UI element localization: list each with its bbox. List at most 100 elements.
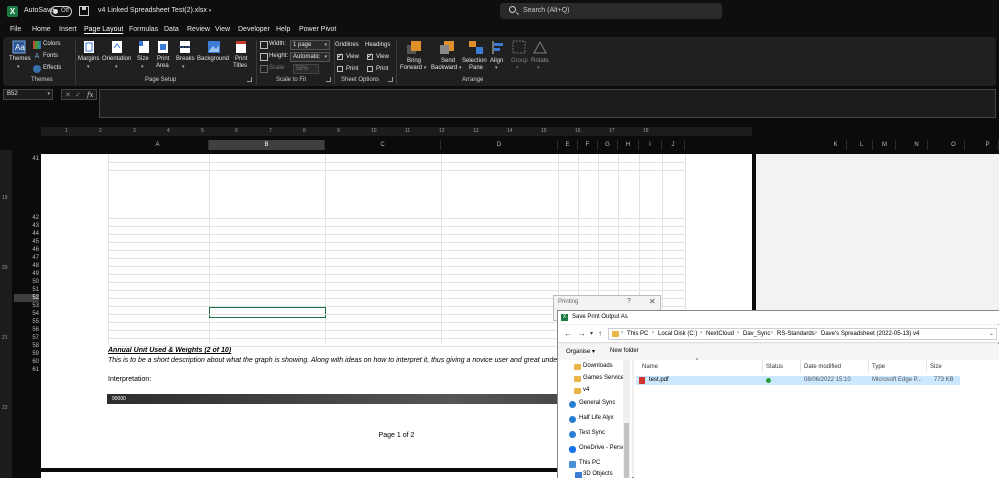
column-header-b[interactable]: B bbox=[209, 140, 325, 150]
nav-scroll-thumb[interactable] bbox=[624, 423, 629, 478]
align-button[interactable]: Align ▾ bbox=[489, 40, 507, 74]
tab-file[interactable]: File bbox=[10, 26, 21, 33]
organise-button[interactable]: Organise ▾ bbox=[566, 348, 595, 355]
row-header-52[interactable]: 52 bbox=[14, 294, 39, 302]
row-header-41[interactable]: 41 bbox=[14, 155, 39, 163]
column-header-size[interactable]: Size bbox=[930, 364, 942, 370]
row-header-58[interactable]: 58 bbox=[14, 342, 39, 350]
column-header-name[interactable]: Name bbox=[642, 364, 658, 370]
recent-chevron-icon[interactable]: ▾ bbox=[590, 330, 593, 337]
autosave-toggle[interactable]: Off bbox=[50, 6, 72, 17]
row-header-42[interactable]: 42 bbox=[14, 214, 39, 222]
selected-cell-b52[interactable] bbox=[209, 307, 326, 318]
file-row[interactable]: test.pdf 08/06/2022 15:10 Microsoft Edge… bbox=[636, 376, 960, 385]
address-bar[interactable]: › This PC › Local Disk (C:) › NextCloud … bbox=[608, 328, 997, 340]
scale-to-fit-launcher-icon[interactable] bbox=[326, 77, 331, 82]
tab-data[interactable]: Data bbox=[164, 26, 179, 33]
column-header-d[interactable]: D bbox=[441, 140, 558, 150]
breadcrumb-local-disk[interactable]: Local Disk (C:) bbox=[658, 331, 697, 337]
row-header-47[interactable]: 47 bbox=[14, 254, 39, 262]
themes-button[interactable]: Aa Themes ▾ bbox=[8, 40, 31, 74]
column-header-m[interactable]: M bbox=[874, 140, 896, 150]
column-header-c[interactable]: C bbox=[325, 140, 441, 150]
sheet-options-launcher-icon[interactable] bbox=[388, 77, 393, 82]
fonts-button[interactable]: A Fonts bbox=[33, 52, 71, 62]
column-header-j[interactable]: J bbox=[662, 140, 685, 150]
size-button[interactable]: Size ▾ bbox=[136, 40, 152, 74]
row-header-48[interactable]: 48 bbox=[14, 262, 39, 270]
effects-button[interactable]: Effects bbox=[33, 64, 71, 74]
search-box[interactable]: Search (Alt+Q) bbox=[500, 3, 722, 19]
nav-item-half-life-alyx[interactable]: Half Life Alyx bbox=[579, 415, 614, 421]
breadcrumb-rs-standards[interactable]: RS-Standards bbox=[777, 331, 815, 337]
forward-arrow-icon[interactable]: → bbox=[578, 329, 586, 338]
margins-button[interactable]: Margins ▾ bbox=[78, 40, 100, 74]
row-header-59[interactable]: 59 bbox=[14, 350, 39, 358]
nav-item-3d-objects[interactable]: 3D Objects bbox=[583, 471, 613, 477]
row-header-54[interactable]: 54 bbox=[14, 310, 39, 318]
column-header-f[interactable]: F bbox=[578, 140, 598, 150]
column-header-date-modified[interactable]: Date modified bbox=[804, 364, 841, 370]
column-header-e[interactable]: E bbox=[558, 140, 578, 150]
nav-item-this-pc[interactable]: This PC bbox=[579, 460, 600, 466]
width-select[interactable]: 1 page ▾ bbox=[290, 40, 330, 50]
row-header-51[interactable]: 51 bbox=[14, 286, 39, 294]
breadcrumb-dav-sync[interactable]: Dav_Sync bbox=[743, 331, 770, 337]
background-button[interactable]: Background bbox=[197, 40, 231, 74]
column-header-status[interactable]: Status bbox=[766, 364, 783, 370]
name-box[interactable]: B52 ▾ bbox=[3, 89, 53, 100]
row-header-45[interactable]: 45 bbox=[14, 238, 39, 246]
headings-view-checkbox[interactable] bbox=[367, 52, 373, 60]
document-title[interactable]: v4 Linked Spreadsheet Test(2).xlsx ▾ bbox=[98, 7, 211, 14]
breadcrumb-daves-spreadsheet[interactable]: Dave's Spreadsheet (2022-05-13) bbox=[821, 331, 911, 337]
cancel-icon[interactable]: ✕ bbox=[65, 91, 71, 99]
row-header-57[interactable]: 57 bbox=[14, 334, 39, 342]
column-header-k[interactable]: K bbox=[825, 140, 847, 150]
nav-item-v4[interactable]: v4 bbox=[583, 387, 589, 393]
nav-item-general-sync[interactable]: General Sync bbox=[579, 400, 615, 406]
row-header-43[interactable]: 43 bbox=[14, 222, 39, 230]
tab-insert[interactable]: Insert bbox=[59, 26, 77, 33]
print-titles-button[interactable]: Print Titles bbox=[233, 40, 249, 74]
tab-page-layout[interactable]: Page Layout bbox=[84, 26, 123, 33]
column-header-i[interactable]: I bbox=[639, 140, 662, 150]
column-header-n[interactable]: N bbox=[906, 140, 928, 150]
group-button[interactable]: Group ▾ bbox=[509, 40, 529, 74]
column-header-l[interactable]: L bbox=[851, 140, 873, 150]
selection-pane-button[interactable]: Selection Pane bbox=[462, 40, 490, 74]
tab-view[interactable]: View bbox=[215, 26, 230, 33]
up-arrow-icon[interactable]: ↑ bbox=[598, 329, 602, 338]
column-header-type[interactable]: Type bbox=[872, 364, 885, 370]
breadcrumb-v4[interactable]: v4 bbox=[913, 331, 919, 337]
save-icon[interactable] bbox=[79, 6, 89, 16]
row-header-44[interactable]: 44 bbox=[14, 230, 39, 238]
print-area-button[interactable]: Print Area bbox=[154, 40, 172, 74]
row-header-50[interactable]: 50 bbox=[14, 278, 39, 286]
address-dropdown-icon[interactable]: ⌄ bbox=[989, 330, 994, 337]
row-header-49[interactable]: 49 bbox=[14, 270, 39, 278]
rotate-button[interactable]: Rotate ▾ bbox=[529, 40, 551, 74]
gridlines-print-checkbox[interactable] bbox=[337, 66, 343, 72]
nav-scrollbar[interactable] bbox=[623, 360, 630, 478]
scale-input[interactable]: 58% bbox=[293, 64, 319, 74]
row-header-53[interactable]: 53 bbox=[14, 302, 39, 310]
tab-developer[interactable]: Developer bbox=[238, 26, 270, 33]
formula-input[interactable] bbox=[99, 89, 996, 118]
help-icon[interactable]: ? bbox=[627, 298, 631, 305]
send-backward-button[interactable]: Send Backward ▾ bbox=[431, 40, 463, 74]
row-header-56[interactable]: 56 bbox=[14, 326, 39, 334]
column-header-p[interactable]: P bbox=[977, 140, 999, 150]
tab-home[interactable]: Home bbox=[32, 26, 51, 33]
row-header-60[interactable]: 60 bbox=[14, 358, 39, 366]
gridlines-view-checkbox[interactable] bbox=[337, 52, 343, 60]
nav-item-test-sync[interactable]: Test Sync bbox=[579, 430, 605, 436]
orientation-button[interactable]: Orientation ▾ bbox=[102, 40, 132, 74]
enter-icon[interactable]: ✓ bbox=[75, 91, 81, 99]
row-header-46[interactable]: 46 bbox=[14, 246, 39, 254]
new-folder-button[interactable]: New folder bbox=[610, 348, 639, 354]
insert-function-icon[interactable]: fx bbox=[87, 91, 94, 99]
column-header-h[interactable]: H bbox=[618, 140, 639, 150]
column-header-o[interactable]: O bbox=[943, 140, 965, 150]
tab-formulas[interactable]: Formulas bbox=[129, 26, 158, 33]
close-icon[interactable]: ✕ bbox=[649, 297, 656, 306]
